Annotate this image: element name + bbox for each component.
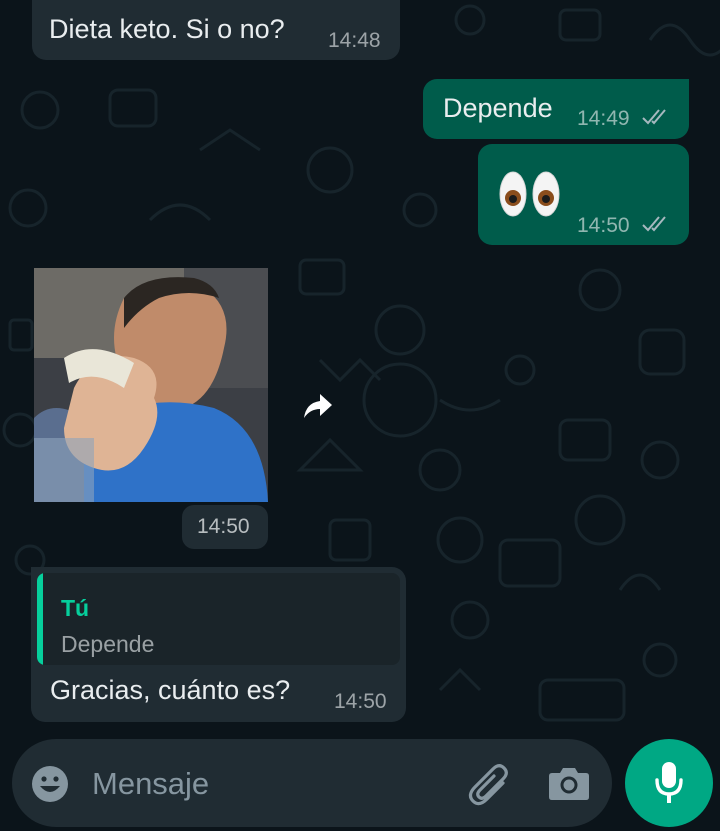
message-text: Depende	[443, 93, 553, 123]
mic-icon	[655, 762, 683, 803]
message-outgoing[interactable]: 👀 14:50	[478, 144, 689, 245]
message-time: 14:49	[577, 107, 630, 130]
message-input[interactable]: Mensaje	[92, 766, 209, 802]
camera-icon[interactable]	[548, 765, 590, 801]
image-time-badge: 14:50	[182, 505, 268, 549]
message-text: Dieta keto. Si o no?	[49, 14, 285, 44]
message-input-bar[interactable]: Mensaje	[12, 739, 612, 827]
message-time: 14:50	[577, 214, 630, 237]
message-text: Gracias, cuánto es?	[50, 675, 291, 705]
reply-author: Tú	[61, 595, 90, 621]
message-time: 14:50	[197, 515, 250, 538]
message-time: 14:48	[328, 29, 381, 52]
mic-button[interactable]	[625, 739, 713, 827]
message-incoming[interactable]: Dieta keto. Si o no? 14:48	[32, 0, 400, 60]
reply-quote[interactable]: Tú Depende	[37, 573, 400, 665]
reply-quote-bar	[37, 573, 43, 665]
message-time: 14:50	[334, 690, 387, 713]
message-image[interactable]	[34, 268, 268, 502]
forward-icon[interactable]	[302, 392, 334, 420]
message-incoming-reply[interactable]: Tú Depende Gracias, cuánto es? 14:50	[31, 567, 406, 722]
reply-text: Depende	[61, 631, 155, 657]
read-receipt-icon	[642, 109, 666, 125]
attach-icon[interactable]	[465, 761, 509, 807]
photo-image	[34, 268, 268, 502]
message-outgoing[interactable]: Depende 14:49	[423, 79, 689, 139]
read-receipt-icon	[642, 216, 666, 232]
emoji-icon[interactable]	[30, 764, 70, 804]
eyes-emoji	[499, 171, 560, 217]
